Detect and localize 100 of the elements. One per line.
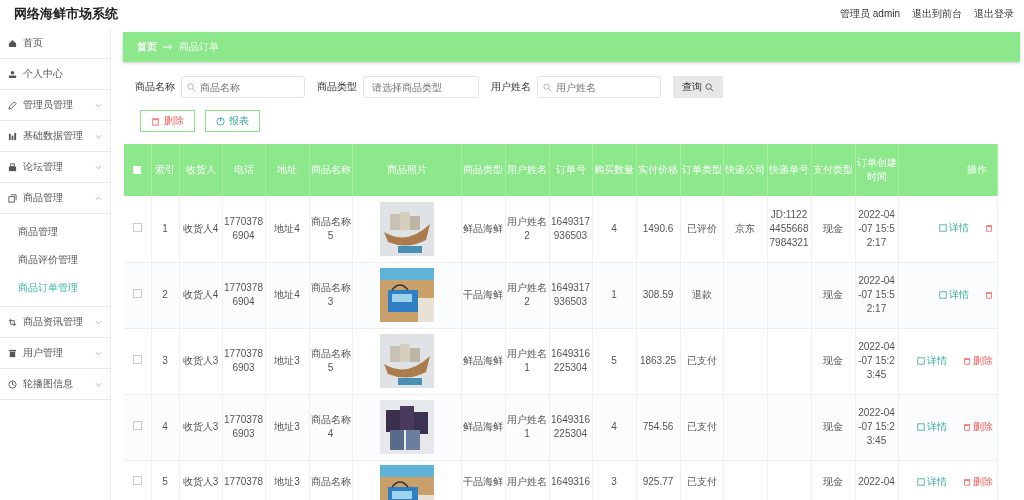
table-cell: 鲜品海鲜 xyxy=(463,421,503,432)
table-cell: 1649316 xyxy=(551,475,590,487)
table-cell: 2022-04 xyxy=(858,475,895,487)
column-header: 商品类型 xyxy=(463,164,503,175)
arrow-icon xyxy=(163,44,173,50)
table-cell: 2022-04-07 15:52:17 xyxy=(858,275,895,314)
delete-link[interactable] xyxy=(984,224,993,233)
search-field[interactable]: 商品名称 xyxy=(181,76,305,98)
column-header: 用户姓名 xyxy=(507,164,547,175)
submenu-item[interactable]: 商品管理 xyxy=(0,218,110,246)
column-header: 订单号 xyxy=(555,164,586,175)
chevron-icon xyxy=(95,164,102,170)
trash-icon xyxy=(962,422,971,431)
table-cell: 17703786904 xyxy=(224,215,263,241)
sidebar-item[interactable]: 管理员管理 xyxy=(0,90,110,121)
table-cell: 商品名称5 xyxy=(310,215,351,241)
column-header: 订单创建时间 xyxy=(856,157,897,182)
home-icon xyxy=(8,38,17,48)
table-cell: 收货人4 xyxy=(182,289,219,300)
column-header: 实付价格 xyxy=(638,164,678,175)
row-checkbox[interactable] xyxy=(132,222,142,232)
table-cell: 3 xyxy=(611,475,617,487)
table-cell: 现金 xyxy=(823,421,843,432)
table-cell: 用户姓名1 xyxy=(507,414,547,439)
table-cell: 退款 xyxy=(691,289,712,300)
column-header: 收货人 xyxy=(185,164,216,175)
table-cell: 用户姓名 xyxy=(507,475,547,487)
table-cell: 商品名称4 xyxy=(310,414,351,439)
sidebar-item[interactable]: 商品资讯管理 xyxy=(0,307,110,338)
document-icon xyxy=(916,356,925,365)
sidebar-item[interactable]: 用户管理 xyxy=(0,338,110,369)
table-cell: 干品海鲜 xyxy=(463,289,503,300)
row-checkbox[interactable] xyxy=(132,355,142,364)
header-link[interactable]: 退出登录 xyxy=(974,7,1014,21)
chevron-icon xyxy=(95,102,102,108)
table-cell: 5 xyxy=(611,355,617,366)
trash-icon xyxy=(984,224,993,233)
table-cell: 地址3 xyxy=(274,421,300,432)
submenu-item[interactable]: 商品评价管理 xyxy=(0,246,110,274)
table-cell: 收货人3 xyxy=(182,475,219,487)
delete-link[interactable] xyxy=(984,290,993,299)
table-cell: 2 xyxy=(162,289,168,300)
table-cell: 2022-04-07 15:23:45 xyxy=(858,407,895,446)
table-cell: 京东 xyxy=(735,222,755,234)
column-header: 商品照片 xyxy=(386,164,427,175)
row-checkbox[interactable] xyxy=(132,475,142,485)
trash-icon xyxy=(962,356,971,365)
field-label: 用户姓名 xyxy=(491,80,531,94)
table-cell: 干品海鲜 xyxy=(463,475,503,487)
table-cell: 3 xyxy=(162,355,168,366)
sidebar-item[interactable]: 基础数据管理 xyxy=(0,121,110,152)
table-cell: 鲜品海鲜 xyxy=(463,222,503,234)
chevron-icon xyxy=(95,133,102,139)
row-checkbox[interactable] xyxy=(132,421,142,430)
sidebar-item[interactable]: 商品管理 xyxy=(0,183,110,214)
column-header: 快递单号 xyxy=(769,164,809,175)
document-icon xyxy=(916,477,925,486)
table-cell: 1770378 xyxy=(224,475,263,487)
table-cell: 收货人3 xyxy=(182,421,219,432)
table-cell: 2022-04-07 15:23:45 xyxy=(858,341,895,380)
table-cell: 已评价 xyxy=(686,222,717,234)
table-cell: 用户姓名2 xyxy=(507,215,547,241)
table-cell: 1649317936503 xyxy=(551,215,590,241)
trash-icon xyxy=(151,116,160,126)
trash-icon xyxy=(962,477,971,486)
header-link[interactable]: 退出到前台 xyxy=(912,7,962,21)
sidebar-item[interactable]: 个人中心 xyxy=(0,59,110,90)
table-cell: 1 xyxy=(162,222,168,234)
select-all-checkbox[interactable] xyxy=(133,165,142,174)
search-field[interactable]: 用户姓名 xyxy=(537,76,661,98)
table-cell: 收货人4 xyxy=(182,222,219,234)
select-field[interactable]: 请选择商品类型 xyxy=(363,76,479,98)
sidebar-item[interactable]: 首页 xyxy=(0,28,110,59)
table-cell: 现金 xyxy=(823,222,843,234)
column-header: 电话 xyxy=(233,164,254,175)
crop-icon xyxy=(8,317,17,327)
chevron-icon xyxy=(95,195,102,201)
table-cell: 5 xyxy=(162,475,168,487)
table-cell: 4 xyxy=(611,222,617,234)
column-header: 操作 xyxy=(966,164,987,175)
table-cell: 1863.25 xyxy=(639,355,677,366)
chart-icon xyxy=(8,131,17,141)
search-button[interactable]: 查询 xyxy=(673,76,723,98)
app-title: 网络海鲜市场系统 xyxy=(14,5,118,23)
sidebar-item[interactable]: 轮播图信息 xyxy=(0,369,110,400)
document-icon xyxy=(938,290,947,299)
breadcrumb-item: 商品订单 xyxy=(179,40,219,54)
table-cell: 1649317936503 xyxy=(551,282,590,307)
user-icon xyxy=(8,69,17,79)
chevron-icon xyxy=(95,350,102,356)
table-cell: 1649316225304 xyxy=(551,414,590,439)
table-cell: 收货人3 xyxy=(182,355,219,366)
table-cell: 308.59 xyxy=(642,289,674,300)
row-checkbox[interactable] xyxy=(132,289,142,298)
field-label: 商品类型 xyxy=(317,80,357,94)
document-icon xyxy=(916,422,925,431)
column-header: 商品名称 xyxy=(310,164,351,175)
table-cell: 用户姓名1 xyxy=(507,348,547,373)
sidebar-item[interactable]: 论坛管理 xyxy=(0,152,110,183)
table-cell: 已支付 xyxy=(686,355,717,366)
